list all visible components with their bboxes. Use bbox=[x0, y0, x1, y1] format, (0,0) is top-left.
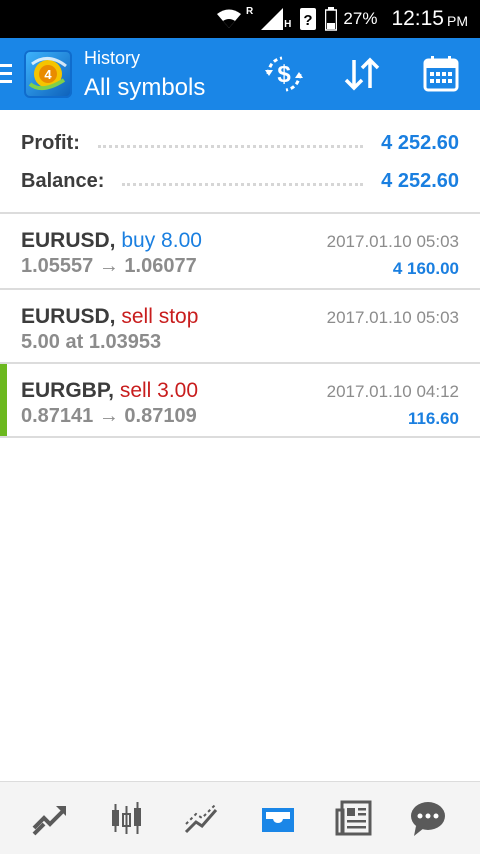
trade-profit: 4 160.00 bbox=[392, 259, 459, 278]
wifi-icon bbox=[216, 9, 242, 29]
nav-news-button[interactable] bbox=[330, 794, 378, 842]
menu-icon[interactable] bbox=[0, 64, 14, 84]
inbox-icon bbox=[262, 808, 294, 832]
trade-action: sell 3.00 bbox=[119, 379, 199, 402]
nav-chart-button[interactable] bbox=[102, 794, 150, 842]
calendar-icon bbox=[423, 56, 459, 92]
profit-label: Profit: bbox=[21, 131, 80, 154]
nav-trend-button[interactable] bbox=[178, 794, 226, 842]
trade-prices: 1.05557 → 1.06077 bbox=[21, 255, 197, 277]
chat-icon bbox=[411, 802, 445, 836]
app-logo-icon[interactable]: 4 bbox=[24, 50, 72, 98]
summary-panel: Profit: 4 252.60 Balance: 4 252.60 bbox=[0, 110, 480, 213]
divider bbox=[0, 436, 480, 438]
nav-chat-button[interactable] bbox=[404, 794, 452, 842]
bottom-nav bbox=[0, 781, 480, 854]
profit-value: 4 252.60 bbox=[381, 131, 459, 154]
nav-trade-button[interactable] bbox=[26, 794, 74, 842]
chart-icon bbox=[112, 802, 141, 834]
sort-icon bbox=[344, 57, 380, 91]
trade-row[interactable]: EURUSD, sell stop 5.00 at 1.03953 2017.0… bbox=[0, 290, 480, 364]
network-type-label: H bbox=[284, 19, 292, 30]
roaming-label: R bbox=[245, 6, 254, 17]
svg-text:4: 4 bbox=[44, 67, 52, 82]
nav-history-button[interactable] bbox=[254, 794, 302, 842]
currency-exchange-icon: $ bbox=[265, 56, 303, 92]
signal-icon bbox=[261, 8, 284, 30]
trade-profit: 116.60 bbox=[407, 409, 459, 428]
trade-symbol: EURUSD, bbox=[21, 229, 116, 252]
help-icon: ? bbox=[299, 7, 317, 31]
clock-ampm: PM bbox=[447, 13, 468, 29]
calendar-button[interactable] bbox=[419, 52, 463, 96]
battery-percent: 27% bbox=[343, 9, 378, 28]
trade-action: sell stop bbox=[121, 305, 199, 328]
balance-value: 4 252.60 bbox=[381, 169, 459, 192]
trend-icon bbox=[184, 803, 218, 834]
sort-button[interactable] bbox=[340, 52, 384, 96]
profit-row: Profit: 4 252.60 bbox=[21, 128, 459, 158]
balance-row: Balance: 4 252.60 bbox=[21, 166, 459, 196]
trade-time: 2017.01.10 05:03 bbox=[326, 232, 459, 251]
trade-prices: 5.00 at 1.03953 bbox=[21, 331, 162, 353]
symbol-filter[interactable]: All symbols bbox=[84, 74, 205, 102]
balance-label: Balance: bbox=[21, 169, 105, 192]
trade-symbol: EURUSD, bbox=[21, 305, 116, 328]
trade-time: 2017.01.10 05:03 bbox=[326, 308, 459, 327]
selected-indicator bbox=[0, 364, 7, 438]
clock-time: 12:15 bbox=[391, 7, 444, 30]
svg-text:?: ? bbox=[304, 12, 313, 29]
screen-title: History bbox=[84, 48, 141, 68]
trade-icon bbox=[32, 806, 66, 836]
status-bar: R H ? 27% 12:15 PM bbox=[0, 0, 480, 38]
svg-text:$: $ bbox=[277, 61, 291, 88]
currency-exchange-button[interactable]: $ bbox=[262, 52, 306, 96]
trade-symbol: EURGBP, bbox=[21, 379, 114, 402]
dot-leader bbox=[97, 144, 364, 148]
trade-row[interactable]: EURUSD, buy 8.00 1.05557 → 1.06077 2017.… bbox=[0, 214, 480, 288]
dot-leader bbox=[122, 182, 364, 186]
trade-prices: 0.87141 → 0.87109 bbox=[21, 405, 197, 427]
trade-time: 2017.01.10 04:12 bbox=[326, 382, 459, 401]
battery-icon bbox=[325, 7, 338, 31]
news-icon bbox=[335, 800, 372, 836]
trade-action: buy 8.00 bbox=[121, 229, 202, 252]
trade-row[interactable]: EURGBP, sell 3.00 0.87141 → 0.87109 2017… bbox=[0, 364, 480, 438]
app-bar: 4 History All symbols $ bbox=[0, 38, 480, 110]
